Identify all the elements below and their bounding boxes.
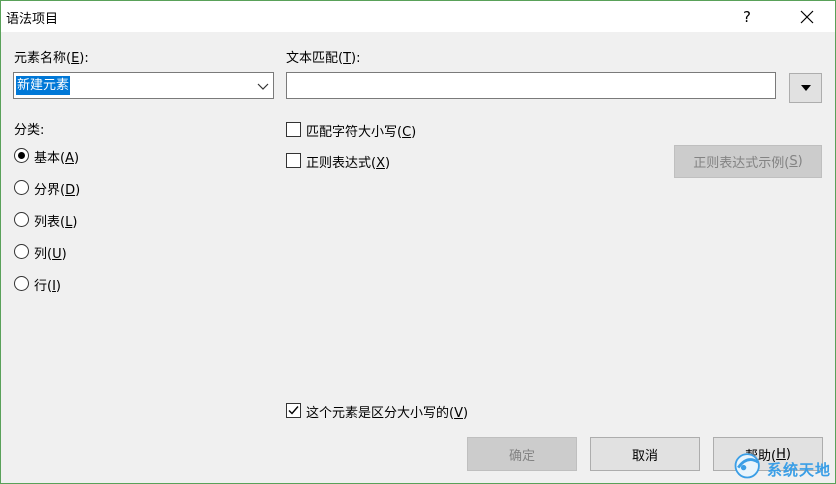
watermark-text: 系统天地 xyxy=(767,461,832,479)
text-match-menu-button[interactable] xyxy=(789,73,822,103)
dropdown-triangle-icon xyxy=(800,85,811,91)
radio-row[interactable] xyxy=(14,276,29,291)
help-question-label: ? xyxy=(743,7,751,26)
match-case-label[interactable]: 匹配字符大小写(C) xyxy=(306,121,416,140)
radio-list[interactable] xyxy=(14,212,29,227)
case-sensitive-checkbox[interactable] xyxy=(286,403,301,418)
element-name-value: 新建元素 xyxy=(16,76,71,95)
radio-delimiter[interactable] xyxy=(14,180,29,195)
radio-list-label[interactable]: 列表(L) xyxy=(34,211,77,230)
regex-label[interactable]: 正则表达式(X) xyxy=(306,152,390,171)
close-icon xyxy=(800,10,814,23)
case-sensitive-label[interactable]: 这个元素是区分大小写的(V) xyxy=(306,402,468,421)
radio-basic[interactable] xyxy=(14,148,29,163)
watermark: 系统天地 xyxy=(729,444,835,483)
title-bar: 语法项目 ? xyxy=(1,1,835,32)
radio-column[interactable] xyxy=(14,244,29,259)
element-name-combobox[interactable]: 新建元素 xyxy=(13,72,274,99)
close-button[interactable] xyxy=(784,1,830,32)
cancel-button[interactable]: 取消 xyxy=(590,437,700,471)
window-title: 语法项目 xyxy=(6,12,59,27)
text-match-input[interactable] xyxy=(286,72,776,99)
regex-checkbox[interactable] xyxy=(286,153,301,168)
ok-button[interactable]: 确定 xyxy=(467,437,577,471)
element-name-label: 元素名称(E): xyxy=(14,51,89,66)
grammar-item-dialog: 语法项目 ? 元素名称(E): 新建元素 文本匹配(T): 分类: 基本(A) xyxy=(0,0,836,484)
help-title-button[interactable]: ? xyxy=(724,1,770,32)
radio-delimiter-label[interactable]: 分界(D) xyxy=(34,179,80,198)
watermark-logo-icon xyxy=(734,453,760,479)
text-match-label: 文本匹配(T): xyxy=(286,51,361,66)
radio-basic-label[interactable]: 基本(A) xyxy=(34,147,79,166)
category-label: 分类: xyxy=(14,123,45,138)
checkmark-icon xyxy=(288,406,299,415)
chevron-down-icon[interactable] xyxy=(257,80,269,92)
radio-row-label[interactable]: 行(I) xyxy=(34,275,61,294)
regex-example-button[interactable]: 正则表达式示例(S) xyxy=(674,145,822,178)
radio-column-label[interactable]: 列(U) xyxy=(34,243,67,262)
match-case-checkbox[interactable] xyxy=(286,122,301,137)
